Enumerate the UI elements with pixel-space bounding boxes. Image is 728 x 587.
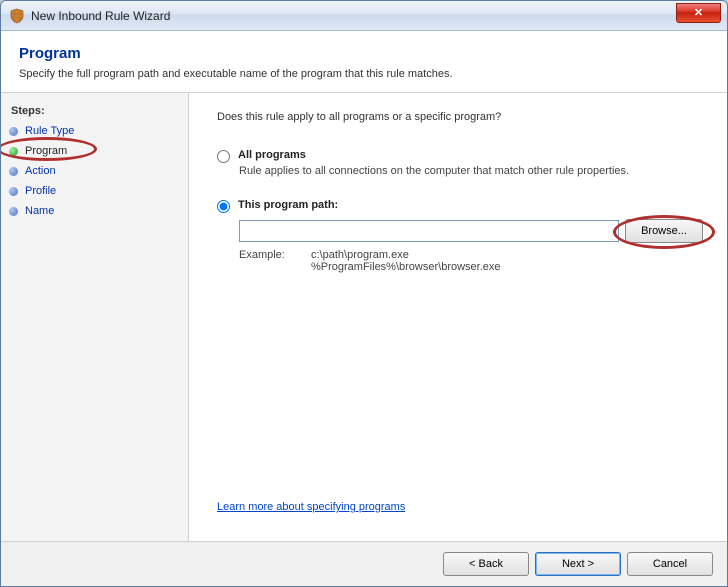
main-panel: Does this rule apply to all programs or … [189,93,727,541]
option-all-label: All programs [238,149,306,161]
step-label: Profile [25,185,56,197]
page-title: Program [19,45,709,62]
next-button[interactable]: Next > [535,552,621,576]
step-label: Rule Type [25,125,74,137]
step-bullet-icon [9,187,18,196]
firewall-icon [9,8,25,24]
example-values: c:\path\program.exe %ProgramFiles%\brows… [311,249,501,273]
step-label: Action [25,165,56,177]
steps-sidebar: Steps: Rule Type Program Action Profile … [1,93,189,541]
program-path-input[interactable] [239,220,619,242]
close-button[interactable]: ✕ [676,3,721,23]
window-title: New Inbound Rule Wizard [31,9,676,23]
step-name[interactable]: Name [1,201,188,221]
step-bullet-icon [9,127,18,136]
option-all-desc: Rule applies to all connections on the c… [239,165,703,177]
radio-this-program-path[interactable] [217,200,230,213]
step-label: Name [25,205,54,217]
learn-more-link[interactable]: Learn more about specifying programs [213,501,703,513]
page-subtitle: Specify the full program path and execut… [19,68,709,80]
steps-heading: Steps: [1,101,188,121]
wizard-window: New Inbound Rule Wizard ✕ Program Specif… [0,0,728,587]
example-label: Example: [239,249,311,273]
wizard-footer: < Back Next > Cancel [1,541,727,586]
option-all-programs: All programs Rule applies to all connect… [213,149,703,177]
close-icon: ✕ [694,6,703,19]
option-path-label: This program path: [238,199,338,211]
step-bullet-icon [9,147,18,156]
wizard-header: Program Specify the full program path an… [1,31,727,93]
option-this-program-path: This program path: Browse... Example: c:… [213,199,703,273]
step-list: Rule Type Program Action Profile Name [1,121,188,221]
question-text: Does this rule apply to all programs or … [213,111,703,123]
step-program[interactable]: Program [1,141,188,161]
step-rule-type[interactable]: Rule Type [1,121,188,141]
titlebar: New Inbound Rule Wizard ✕ [1,1,727,31]
step-profile[interactable]: Profile [1,181,188,201]
step-bullet-icon [9,207,18,216]
step-label: Program [25,145,67,157]
step-action[interactable]: Action [1,161,188,181]
radio-all-programs[interactable] [217,150,230,163]
cancel-button[interactable]: Cancel [627,552,713,576]
back-button[interactable]: < Back [443,552,529,576]
step-bullet-icon [9,167,18,176]
browse-button[interactable]: Browse... [625,219,703,243]
wizard-body: Steps: Rule Type Program Action Profile … [1,93,727,541]
